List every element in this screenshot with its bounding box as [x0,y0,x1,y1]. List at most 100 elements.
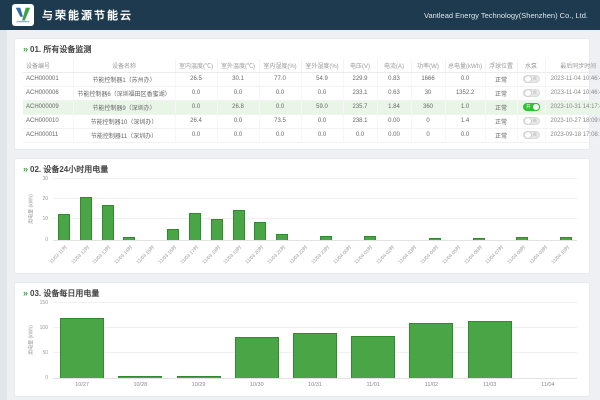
bar-slot [359,179,381,240]
table-row[interactable]: ACH000009节能控制器9（深圳办）0.026.80.059.0235.71… [23,100,600,114]
pump-cell: 关 [517,86,545,100]
bar[interactable] [468,321,512,378]
column-header: 最后同步时间 [545,59,600,72]
table-cell: 26.5 [175,72,217,86]
table-cell: 1.84 [377,100,411,114]
y-tick-label: 0 [45,375,48,381]
section-title-monitor: »01. 所有设备监测 [23,44,581,55]
left-rail [0,30,7,400]
x-slot: 11/04 10时 [555,241,577,267]
bar-slot [206,179,228,240]
table-cell: 1352.2 [445,86,485,100]
bar[interactable] [211,219,223,240]
bar-slot [490,179,512,240]
table-row[interactable]: ACH000010节能控制器10（深圳办）26.40.073.50.0238.1… [23,114,600,128]
table-cell: 正常 [485,114,517,128]
table-cell: 0.0 [217,114,259,128]
hourly-usage-chart: 用电量 (kWh)010203011/03 11时11/03 12时11/03 … [53,179,577,267]
bar[interactable] [102,205,114,239]
toggle-knob [524,89,532,97]
column-header: 室内湿度(%) [259,59,301,72]
bar-slot [511,179,533,240]
toggle-label: 关 [532,91,539,96]
table-cell: 0.0 [217,86,259,100]
table-cell: 正常 [485,72,517,86]
bar[interactable] [409,323,453,378]
bar[interactable] [167,229,179,239]
column-header: 水泵 [517,59,545,72]
table-cell: 238.1 [343,114,377,128]
bar[interactable] [58,214,70,240]
logo-v-icon [14,6,32,24]
sync-time: 2023-10-31 14:17:47 [545,100,600,114]
bar[interactable] [123,237,135,239]
pump-toggle[interactable]: 关 [523,117,540,125]
x-slot: 10/31 [286,379,344,390]
table-cell: ACH000011 [23,128,73,142]
bar[interactable] [293,333,337,378]
chevrons-icon: » [23,164,28,174]
x-tick-label: 10/30 [228,379,286,388]
bar[interactable] [233,210,245,240]
bars [53,303,577,378]
bar[interactable] [189,213,201,240]
plot-area: 用电量 (kWh)050100150 [53,303,577,379]
bar[interactable] [177,376,221,378]
y-tick-label: 20 [42,196,48,202]
pump-toggle[interactable]: 关 [523,89,540,97]
bar-slot [424,179,446,240]
bar[interactable] [473,238,485,239]
bar-slot [53,303,111,378]
bar[interactable] [516,237,528,239]
bars [53,179,577,240]
table-row[interactable]: ACH000001节能控制器1（苏州办）26.530.177.054.9229.… [23,72,600,86]
pump-toggle[interactable]: 开 [523,103,540,111]
table-cell: 0.0 [259,86,301,100]
bar[interactable] [364,236,376,239]
x-tick-label: 11/03 11时 [48,244,69,265]
table-cell: ACH000001 [23,72,73,86]
table-cell: 0.63 [377,86,411,100]
bar-slot [53,179,75,240]
y-tick-label: 30 [42,176,48,182]
table-cell: 0 [411,128,445,142]
column-header: 设备编号 [23,59,73,72]
bar[interactable] [254,222,266,240]
table-cell: 30 [411,86,445,100]
bar[interactable] [560,237,572,239]
bar[interactable] [80,197,92,239]
table-cell: 0.0 [259,128,301,142]
table-cell: 节能控制器6（深圳福田区香蜜湖） [73,86,175,100]
bar-slot [533,179,555,240]
bar[interactable] [351,336,395,378]
sync-time: 2023-11-04 10:46:41 [545,86,600,100]
table-cell: 1666 [411,72,445,86]
column-header: 室外湿度(%) [301,59,343,72]
column-header: 总电量(kWh) [445,59,485,72]
table-row[interactable]: ACH000011节能控制器11（深圳办）0.00.00.00.00.00.00… [23,128,600,142]
table-cell: 26.8 [217,100,259,114]
x-tick-label: 11/04 [519,379,577,388]
table-header-row: 设备编号设备名称室内温度(℃)室外温度(℃)室内湿度(%)室外湿度(%)电压(V… [23,59,600,72]
pump-cell: 关 [517,114,545,128]
bar-slot [184,179,206,240]
y-tick-label: 50 [42,350,48,356]
bar[interactable] [429,238,441,239]
x-tick-label: 11/01 [344,379,402,388]
bar-slot [461,303,519,378]
bar[interactable] [320,236,332,239]
pump-toggle[interactable]: 关 [523,131,540,139]
y-axis-label: 用电量 (kWh) [28,325,35,355]
bar-slot [118,179,140,240]
pump-toggle[interactable]: 关 [523,75,540,83]
table-cell: 229.9 [343,72,377,86]
table-cell: 节能控制器10（深圳办） [73,114,175,128]
bar[interactable] [60,318,104,377]
table-row[interactable]: ACH000006节能控制器6（深圳福田区香蜜湖）0.00.00.00.0233… [23,86,600,100]
bar[interactable] [235,337,279,378]
bar-slot [97,179,119,240]
bar[interactable] [276,234,288,239]
bar[interactable] [118,376,162,378]
section-hourly-chart: »02. 设备24小时用电量 用电量 (kWh)010203011/03 11时… [14,158,590,274]
bar-slot [402,303,460,378]
